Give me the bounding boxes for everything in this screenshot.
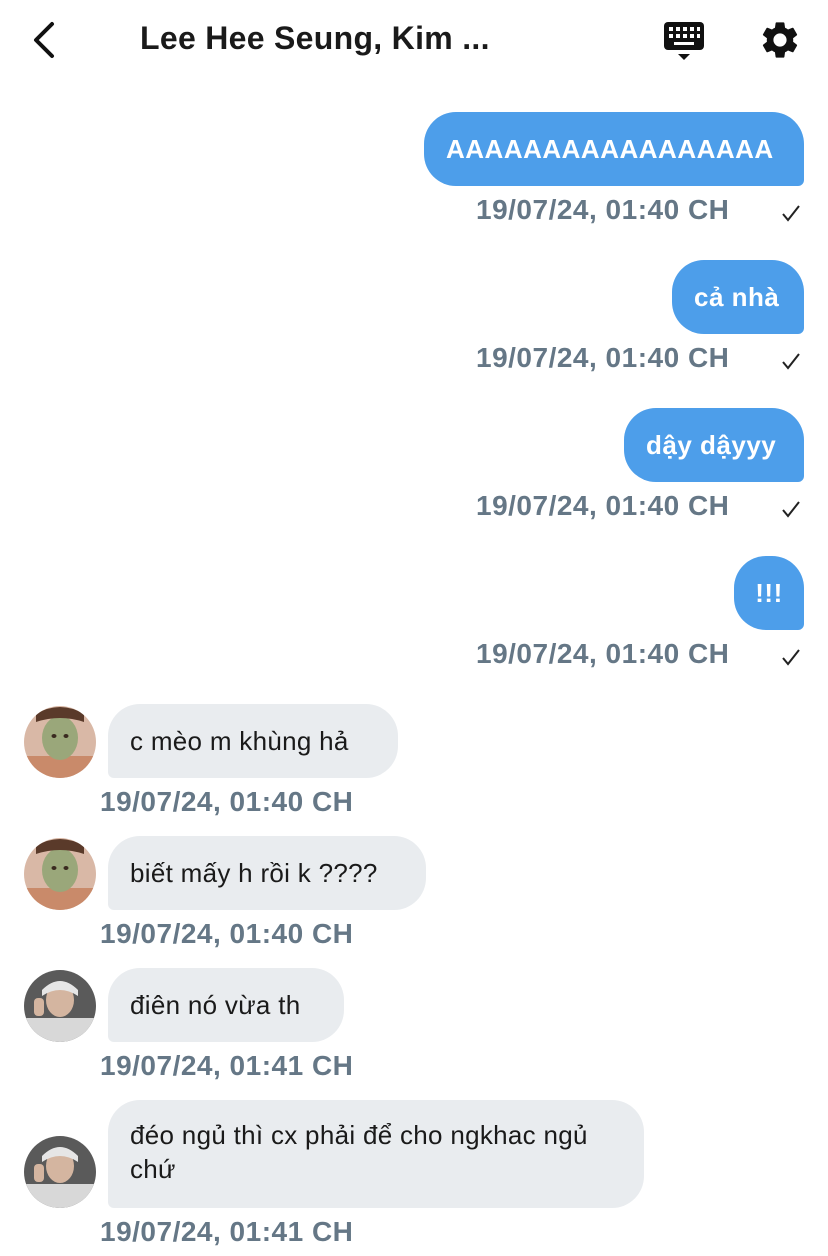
message-bubble[interactable]: dậy dậyyy [624,408,804,482]
chat-header: Lee Hee Seung, Kim ... [0,0,828,84]
message-timestamp: 19/07/24, 01:40 CH [476,194,730,225]
chevron-left-icon [34,22,54,58]
message-timestamp: 19/07/24, 01:41 CH [100,1050,354,1081]
message-timestamp: 19/07/24, 01:40 CH [476,490,730,521]
message-timestamp: 19/07/24, 01:40 CH [100,918,354,949]
keyboard-button[interactable] [662,20,706,64]
sent-check-icon [782,205,800,222]
message-timestamp: 19/07/24, 01:41 CH [100,1216,354,1247]
message-timestamp: 19/07/24, 01:40 CH [100,786,354,817]
avatar-selfie-image [24,1136,96,1208]
avatar[interactable] [24,706,96,778]
avatar[interactable] [24,970,96,1042]
message-bubble[interactable]: đéo ngủ thì cx phải để cho ngkhac ngủ ch… [108,1100,644,1208]
avatar-selfie-image [24,970,96,1042]
message-timestamp: 19/07/24, 01:40 CH [476,638,730,669]
sent-check-icon [782,353,800,370]
settings-button[interactable] [758,18,802,62]
sent-check-icon [782,501,800,518]
sent-check-icon [782,649,800,666]
avatar-face-mask-image [24,706,96,778]
message-bubble[interactable]: c mèo m khùng hả [108,704,398,778]
avatar[interactable] [24,838,96,910]
message-bubble[interactable]: cả nhà [672,260,804,334]
message-timestamp: 19/07/24, 01:40 CH [476,342,730,373]
back-button[interactable] [24,18,68,62]
message-bubble[interactable]: !!! [734,556,804,630]
gear-icon [762,22,798,58]
message-bubble[interactable]: AAAAAAAAAAAAAAAAA [424,112,804,186]
keyboard-icon [664,22,704,60]
message-bubble[interactable]: điên nó vừa th [108,968,344,1042]
message-bubble[interactable]: biết mấy h rồi k ???? [108,836,426,910]
avatar-face-mask-image [24,838,96,910]
avatar[interactable] [24,1136,96,1208]
conversation-title[interactable]: Lee Hee Seung, Kim ... [140,20,560,57]
